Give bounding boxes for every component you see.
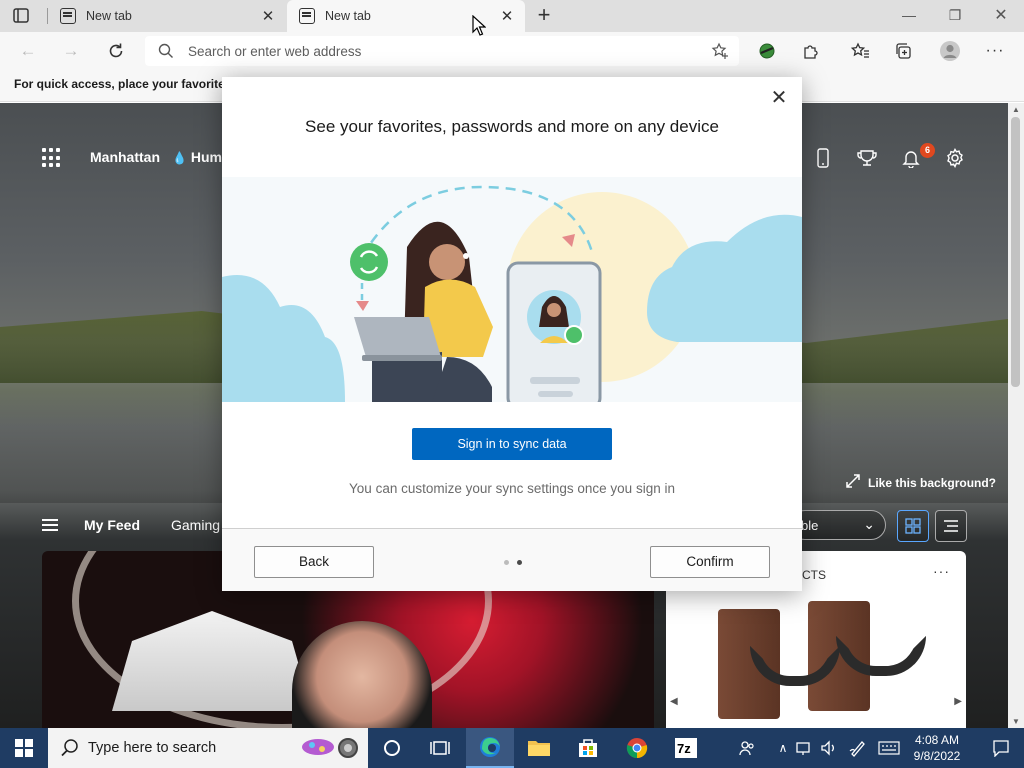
taskbar-clock[interactable]: 4:08 AM 9/8/2022: [906, 732, 968, 764]
layout-dropdown[interactable]: ble ⌄: [790, 510, 886, 540]
search-icon: [158, 43, 174, 62]
add-favorite-star-icon[interactable]: [711, 42, 729, 63]
page-settings-gear-icon[interactable]: [943, 146, 967, 170]
search-icon: [60, 738, 80, 761]
feed-tab-gaming[interactable]: Gaming: [171, 517, 220, 533]
raindrop-icon: 💧: [172, 151, 187, 165]
weather-humidity[interactable]: 💧 Hum: [172, 149, 222, 165]
dialog-title: See your favorites, passwords and more o…: [305, 117, 719, 136]
clock-date: 9/8/2022: [913, 749, 961, 763]
weather-label: Hum: [190, 149, 222, 165]
microsoft-store-icon[interactable]: [564, 728, 612, 768]
product-card-label: CTS: [802, 568, 826, 582]
tab-actions-icon[interactable]: [10, 6, 32, 26]
carousel-right-icon[interactable]: ▶: [954, 696, 962, 707]
tray-chevron-up-icon[interactable]: ∧: [774, 728, 792, 768]
sync-dialog: ✕ See your favorites, passwords and more…: [222, 77, 802, 591]
weather-location[interactable]: Manhattan: [90, 149, 160, 165]
extensions-puzzle-icon[interactable]: [797, 37, 825, 65]
carousel-left-icon[interactable]: ◀: [670, 696, 678, 707]
feed-menu-hamburger-icon[interactable]: [42, 519, 58, 531]
tab-title: New tab: [86, 9, 132, 23]
close-tab-icon[interactable]: ✕: [258, 6, 278, 26]
settings-more-icon[interactable]: ···: [981, 37, 1009, 65]
pen-ink-icon[interactable]: [846, 728, 870, 768]
card-more-icon[interactable]: ···: [933, 563, 950, 579]
refresh-icon[interactable]: [102, 37, 130, 65]
grid-layout-icon[interactable]: [897, 510, 929, 542]
sync-illustration: [222, 177, 802, 402]
volume-icon[interactable]: [818, 728, 840, 768]
chrome-icon[interactable]: [613, 728, 661, 768]
sign-in-sync-button[interactable]: Sign in to sync data: [412, 428, 612, 460]
touch-keyboard-icon[interactable]: [876, 728, 902, 768]
like-background-link[interactable]: Like this background?: [846, 474, 996, 491]
address-toolbar: ← → Search or enter web address ···: [0, 32, 1024, 70]
tab-new-tab-2[interactable]: New tab ✕: [287, 0, 525, 32]
windows-taskbar: Type here to search 7z ∧ 4:08 AM 9/8/202…: [0, 728, 1024, 768]
dialog-footer: Back Confirm: [222, 528, 802, 591]
taskbar-search-placeholder: Type here to search: [88, 740, 217, 756]
address-bar[interactable]: Search or enter web address: [145, 36, 739, 66]
edge-taskbar-icon[interactable]: [466, 728, 514, 768]
windows-start-icon[interactable]: [0, 728, 48, 768]
page-scrollbar[interactable]: ▲ ▼: [1008, 103, 1024, 728]
back-arrow-icon[interactable]: ←: [14, 37, 42, 65]
taskbar-search-box[interactable]: Type here to search: [48, 728, 368, 768]
expand-icon: [846, 474, 860, 491]
dialog-close-icon[interactable]: ✕: [768, 87, 790, 109]
network-icon[interactable]: [794, 728, 816, 768]
layout-dropdown-value: ble: [801, 518, 819, 533]
scrollbar-thumb[interactable]: [1011, 117, 1020, 387]
app-launcher-icon[interactable]: [42, 148, 62, 168]
confirm-button[interactable]: Confirm: [650, 546, 770, 578]
notification-badge: 6: [920, 143, 935, 158]
page-dot-active: [517, 560, 522, 565]
file-explorer-icon[interactable]: [515, 728, 563, 768]
sync-settings-note: You can customize your sync settings onc…: [349, 481, 675, 496]
favorites-icon[interactable]: [846, 37, 874, 65]
task-view-icon[interactable]: [416, 728, 464, 768]
extension-globe-icon[interactable]: [753, 37, 781, 65]
7zip-icon[interactable]: 7z: [662, 728, 710, 768]
action-center-icon[interactable]: [978, 728, 1024, 768]
page-dot: [504, 560, 509, 565]
close-tab-icon[interactable]: ✕: [497, 6, 517, 26]
people-icon[interactable]: [734, 728, 760, 768]
svg-text:7z: 7z: [677, 741, 691, 756]
mouse-pointer-icon: [472, 14, 487, 40]
scroll-up-icon[interactable]: ▲: [1012, 105, 1020, 114]
new-tab-favicon-icon: [60, 8, 76, 24]
feed-tab-my-feed[interactable]: My Feed: [84, 517, 140, 533]
scroll-down-icon[interactable]: ▼: [1012, 717, 1020, 726]
forward-arrow-icon[interactable]: →: [57, 37, 85, 65]
new-tab-plus-icon[interactable]: +: [532, 4, 556, 28]
profile-avatar-icon[interactable]: [936, 37, 964, 65]
clock-time: 4:08 AM: [914, 733, 960, 747]
collections-icon[interactable]: [890, 37, 918, 65]
favorites-hint: For quick access, place your favorites h: [14, 77, 243, 91]
tab-new-tab-1[interactable]: New tab ✕: [48, 0, 286, 32]
chevron-down-icon: ⌄: [863, 516, 875, 532]
restore-icon[interactable]: ❐: [932, 0, 978, 30]
list-layout-icon[interactable]: [935, 510, 967, 542]
back-button[interactable]: Back: [254, 546, 374, 578]
new-tab-favicon-icon: [299, 8, 315, 24]
minimize-icon[interactable]: —: [886, 0, 932, 30]
search-highlight-icon: [298, 733, 360, 763]
cortana-circle-icon[interactable]: [368, 728, 416, 768]
mobile-phone-icon[interactable]: [811, 146, 835, 170]
tab-strip: New tab ✕ New tab ✕ + — ❐ ✕: [0, 0, 1024, 32]
rewards-trophy-icon[interactable]: [855, 146, 879, 170]
address-placeholder: Search or enter web address: [188, 44, 362, 59]
like-background-label: Like this background?: [868, 475, 997, 490]
window-close-icon[interactable]: ✕: [978, 0, 1024, 30]
page-indicator: [504, 560, 522, 565]
